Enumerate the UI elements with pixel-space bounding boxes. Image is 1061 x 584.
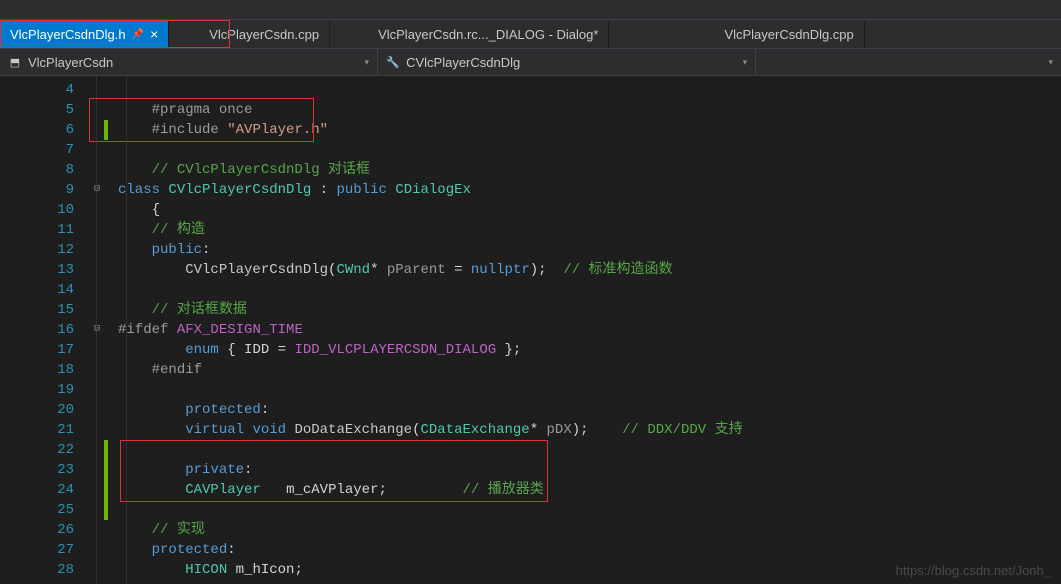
code-line[interactable] [118, 80, 1061, 100]
close-icon[interactable]: × [150, 27, 158, 41]
code-column[interactable]: #pragma once #include "AVPlayer.h" // CV… [90, 76, 1061, 584]
code-editor[interactable]: 4567891011121314151617181920212223242526… [0, 76, 1061, 584]
line-number: 10 [0, 200, 74, 220]
tab-item[interactable]: VlcPlayerCsdnDlg.cpp [714, 20, 864, 48]
code-line[interactable]: // 构造 [118, 220, 1061, 240]
scope-label: VlcPlayerCsdn [28, 55, 113, 70]
code-line[interactable] [118, 500, 1061, 520]
change-indicator [104, 480, 108, 500]
line-number: 25 [0, 500, 74, 520]
code-line[interactable]: enum { IDD = IDD_VLCPLAYERCSDN_DIALOG }; [118, 340, 1061, 360]
line-number: 4 [0, 80, 74, 100]
line-number: 5 [0, 100, 74, 120]
code-line[interactable]: protected: [118, 540, 1061, 560]
code-line[interactable] [118, 440, 1061, 460]
line-number: 17 [0, 340, 74, 360]
chevron-down-icon: ▾ [1048, 57, 1053, 68]
project-icon: ⬒ [8, 55, 22, 69]
tab-label: VlcPlayerCsdnDlg.h [10, 27, 126, 42]
line-number: 6 [0, 120, 74, 140]
tab-label: VlcPlayerCsdnDlg.cpp [724, 27, 853, 42]
change-indicator [104, 440, 108, 460]
code-line[interactable]: virtual void DoDataExchange(CDataExchang… [118, 420, 1061, 440]
member-dropdown[interactable]: 🔧 CVlcPlayerCsdnDlg ▾ [378, 49, 756, 75]
tab-active[interactable]: VlcPlayerCsdnDlg.h 📌 × [0, 20, 169, 48]
line-number: 13 [0, 260, 74, 280]
line-number: 7 [0, 140, 74, 160]
code-line[interactable]: { [118, 200, 1061, 220]
scope-dropdown[interactable]: ⬒ VlcPlayerCsdn ▾ [0, 49, 378, 75]
code-line[interactable]: CAVPlayer m_cAVPlayer; // 播放器类 [118, 480, 1061, 500]
line-number: 20 [0, 400, 74, 420]
code-line[interactable] [118, 140, 1061, 160]
line-number: 24 [0, 480, 74, 500]
line-number: 18 [0, 360, 74, 380]
tab-item[interactable]: VlcPlayerCsdn.cpp [199, 20, 330, 48]
indent-guide [126, 76, 127, 584]
menu-bar-area [0, 0, 1061, 20]
line-number: 19 [0, 380, 74, 400]
code-line[interactable]: // CVlcPlayerCsdnDlg 对话框 [118, 160, 1061, 180]
line-number: 9 [0, 180, 74, 200]
watermark: https://blog.csdn.net/Jonh_ [896, 563, 1051, 578]
member-label: CVlcPlayerCsdnDlg [406, 55, 520, 70]
tab-label: VlcPlayerCsdn.rc..._DIALOG - Dialog* [378, 27, 598, 42]
tab-label: VlcPlayerCsdn.cpp [209, 27, 319, 42]
change-indicator [104, 460, 108, 480]
code-line[interactable]: #pragma once [118, 100, 1061, 120]
line-number: 28 [0, 560, 74, 580]
line-number: 16 [0, 320, 74, 340]
code-line[interactable]: private: [118, 460, 1061, 480]
line-number: 23 [0, 460, 74, 480]
change-indicator [104, 120, 108, 140]
code-line[interactable]: public: [118, 240, 1061, 260]
line-number: 14 [0, 280, 74, 300]
code-line[interactable]: protected: [118, 400, 1061, 420]
change-indicator [104, 500, 108, 520]
chevron-down-icon: ▾ [743, 57, 748, 68]
class-icon: 🔧 [386, 55, 400, 69]
indent-guide [96, 76, 97, 584]
navigation-bar: ⬒ VlcPlayerCsdn ▾ 🔧 CVlcPlayerCsdnDlg ▾ … [0, 48, 1061, 76]
code-line[interactable]: #endif [118, 360, 1061, 380]
code-line[interactable]: #ifdef AFX_DESIGN_TIME [118, 320, 1061, 340]
line-number: 12 [0, 240, 74, 260]
line-number: 22 [0, 440, 74, 460]
code-line[interactable]: #include "AVPlayer.h" [118, 120, 1061, 140]
code-line[interactable]: // 实现 [118, 520, 1061, 540]
code-line[interactable]: CVlcPlayerCsdnDlg(CWnd* pParent = nullpt… [118, 260, 1061, 280]
tab-item[interactable]: VlcPlayerCsdn.rc..._DIALOG - Dialog* [368, 20, 609, 48]
line-number: 11 [0, 220, 74, 240]
code-line[interactable]: class CVlcPlayerCsdnDlg : public CDialog… [118, 180, 1061, 200]
document-tabs: VlcPlayerCsdnDlg.h 📌 × VlcPlayerCsdn.cpp… [0, 20, 1061, 48]
line-number: 8 [0, 160, 74, 180]
code-line[interactable]: // 对话框数据 [118, 300, 1061, 320]
chevron-down-icon: ▾ [365, 57, 370, 68]
code-line[interactable] [118, 380, 1061, 400]
code-line[interactable] [118, 280, 1061, 300]
line-number: 27 [0, 540, 74, 560]
line-number: 15 [0, 300, 74, 320]
pin-icon[interactable]: 📌 [132, 29, 144, 40]
line-number-gutter: 4567891011121314151617181920212223242526… [0, 76, 90, 584]
line-number: 21 [0, 420, 74, 440]
function-dropdown[interactable]: ▾ [756, 49, 1061, 75]
line-number: 26 [0, 520, 74, 540]
